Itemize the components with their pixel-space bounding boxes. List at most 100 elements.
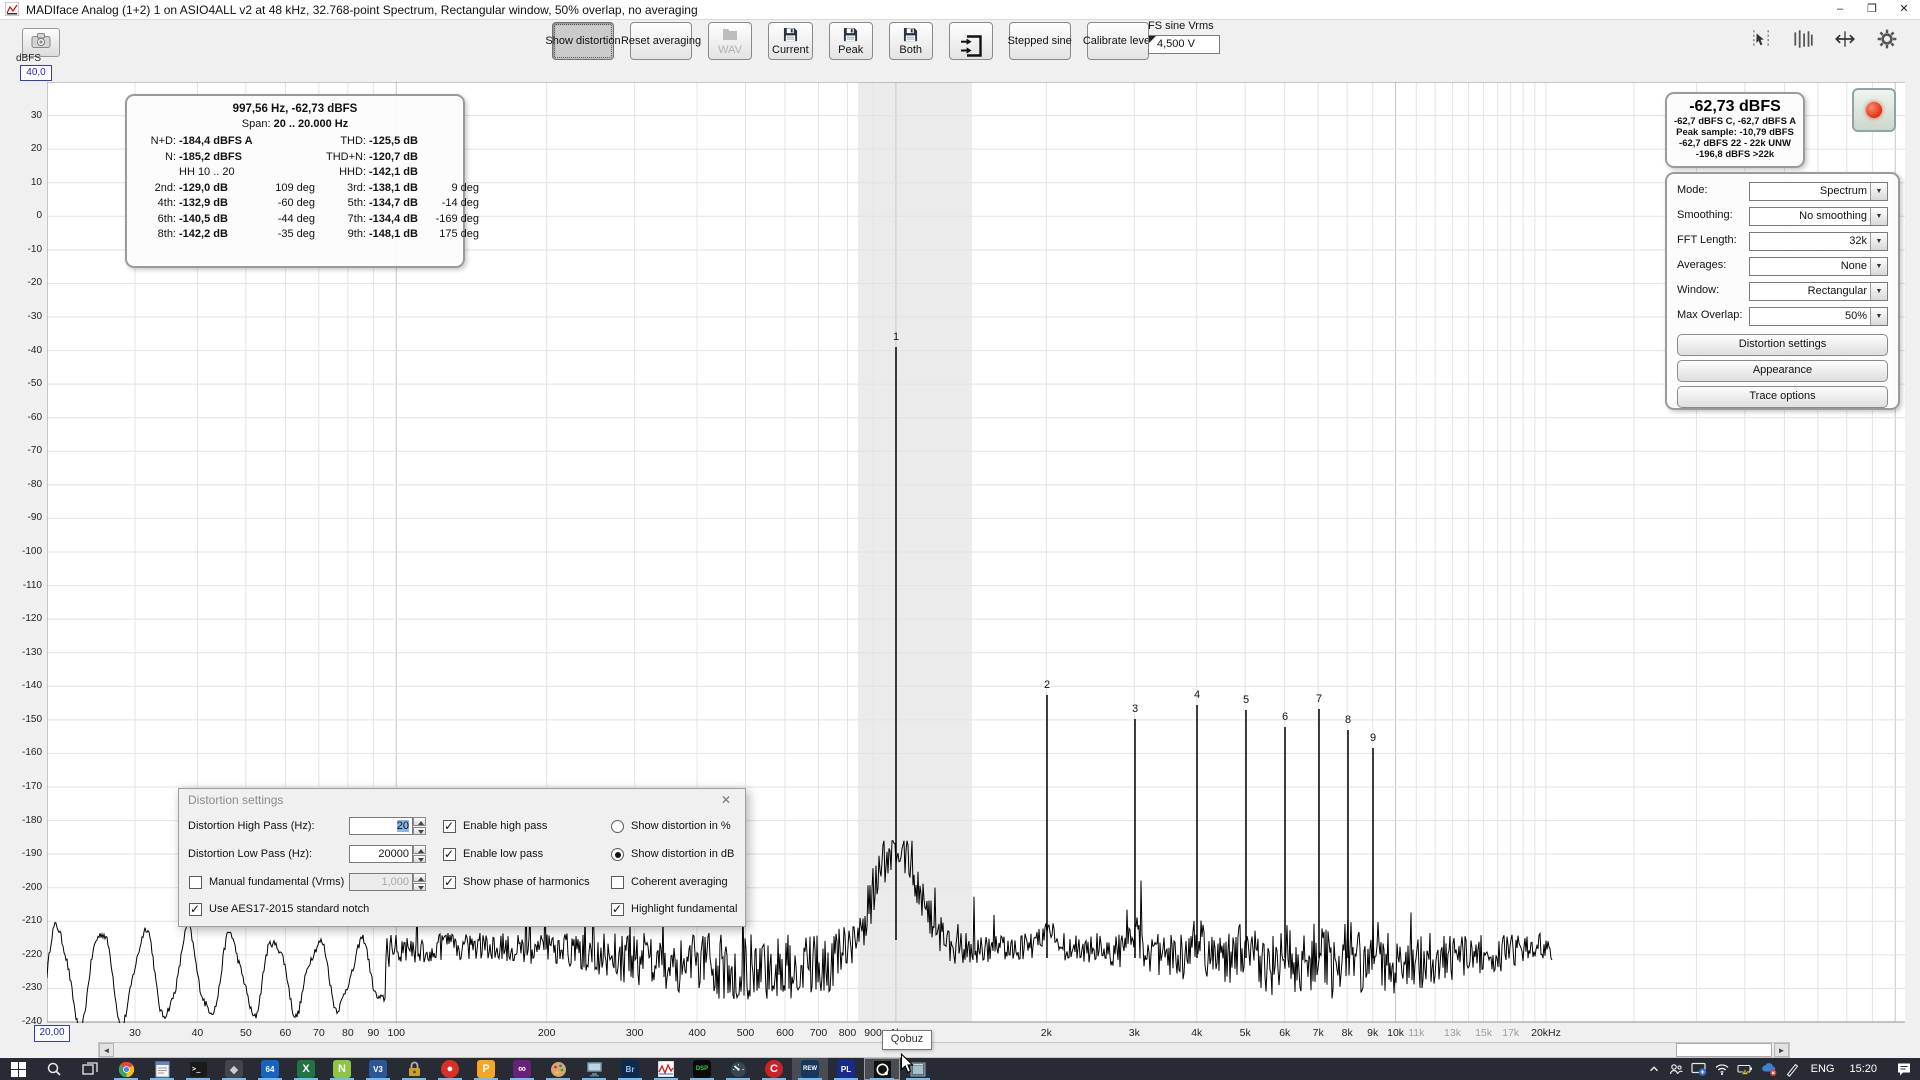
fs-sine-input[interactable]: 4,500 V [1148, 35, 1220, 54]
measurement-cell: -60 deg [269, 196, 321, 212]
low-pass-spinner[interactable] [413, 845, 426, 863]
high-pass-label: Distortion High Pass (Hz): [188, 820, 315, 832]
settings-combobox[interactable]: 32k▼ [1749, 232, 1888, 251]
taskbar-icon-excel[interactable]: X [288, 1058, 324, 1080]
taskbar-icon-visual-studio[interactable]: ∞ [504, 1058, 540, 1080]
scroll-left-icon[interactable]: ◄ [99, 1043, 114, 1057]
chevron-down-icon[interactable]: ▼ [1870, 283, 1887, 300]
measurement-cell: THD+N: [321, 150, 369, 166]
toolbar-button-stepped-sine[interactable]: Stepped sine [1009, 22, 1071, 60]
aes-notch-label: Use AES17-2015 standard notch [209, 903, 369, 915]
cursor-readout-icon[interactable] [1746, 26, 1776, 52]
settings-combobox-value: 32k [1849, 235, 1867, 247]
toolbar-button-reset-averaging[interactable]: Reset averaging [630, 22, 692, 60]
tray-clock[interactable]: 15:20 [1845, 1063, 1881, 1075]
measurement-cell: -148,1 dB [369, 227, 429, 243]
chevron-down-icon[interactable]: ▼ [1870, 308, 1887, 325]
taskbar-icon-notepad[interactable] [144, 1058, 180, 1080]
tray-chevron-icon[interactable] [1647, 1062, 1661, 1076]
show-distortion-db-radio[interactable] [611, 848, 624, 861]
vertical-bars-icon[interactable] [1788, 26, 1818, 52]
taskbar-icon-command-prompt[interactable]: >_ [180, 1058, 216, 1080]
taskbar-icon-system-tool[interactable] [576, 1058, 612, 1080]
taskbar-icon-app-red[interactable]: ● [432, 1058, 468, 1080]
measurement-cell: 4th: [135, 196, 179, 212]
toolbar-button-show-distortion[interactable]: Show distortion [552, 22, 614, 60]
horizontal-scrollbar[interactable]: ◄ ► [98, 1042, 1790, 1058]
scrollbar-thumb[interactable] [1676, 1043, 1772, 1057]
settings-button-distortion-settings[interactable]: Distortion settings [1677, 334, 1888, 356]
settings-combobox[interactable]: None▼ [1749, 257, 1888, 276]
settings-combobox[interactable]: No smoothing▼ [1749, 207, 1888, 226]
dialog-close-icon[interactable]: ✕ [713, 791, 739, 809]
scroll-right-icon[interactable]: ► [1774, 1043, 1789, 1057]
record-button[interactable] [1852, 88, 1896, 132]
high-pass-input[interactable]: 20 [349, 817, 413, 835]
tray-language[interactable]: ENG [1807, 1063, 1839, 1075]
taskbar-icon-pl-app[interactable]: PL [828, 1058, 864, 1080]
x-axis-left-edit[interactable]: 20,00 [34, 1025, 70, 1042]
toolbar-button-save-current[interactable]: Current [768, 22, 813, 60]
toolbar-button-label: Calibrate level [1083, 35, 1153, 47]
toolbar-button-calibrate-level[interactable]: Calibrate level [1087, 22, 1149, 60]
chevron-down-icon[interactable]: ▼ [1870, 258, 1887, 275]
taskbar-icon-save-64[interactable]: 64 [252, 1058, 288, 1080]
taskbar-icon-word-v3[interactable]: V3 [360, 1058, 396, 1080]
taskbar-icon-codec-c[interactable]: C [756, 1058, 792, 1080]
tray-battery-icon[interactable] [1737, 1061, 1754, 1077]
toolbar-button-wav[interactable]: WAV [708, 22, 752, 60]
pan-arrows-icon[interactable] [1830, 26, 1860, 52]
gear-icon[interactable] [1872, 26, 1902, 52]
taskbar-icon-lock-app[interactable] [396, 1058, 432, 1080]
tray-wifi-icon[interactable] [1714, 1061, 1730, 1077]
taskbar-icon-task-view[interactable] [72, 1058, 108, 1080]
taskbar-icon-dsp-tool[interactable]: DSP [684, 1058, 720, 1080]
toolbar-button-save-peak[interactable]: Peak [829, 22, 873, 60]
taskbar-icon-chrome[interactable] [108, 1058, 144, 1080]
enable-low-pass-checkbox[interactable] [443, 848, 456, 861]
taskbar-icon-search[interactable] [36, 1058, 72, 1080]
chevron-down-icon[interactable]: ▼ [1870, 233, 1887, 250]
toolbar-button-save-both[interactable]: Both [889, 22, 933, 60]
manual-fundamental-checkbox[interactable] [189, 876, 202, 889]
settings-combobox[interactable]: Rectangular▼ [1749, 282, 1888, 301]
low-pass-input[interactable]: 20000 [349, 845, 413, 863]
settings-combobox[interactable]: 50%▼ [1749, 307, 1888, 326]
tray-pen-icon[interactable] [1785, 1062, 1800, 1077]
x-tick-label: 50 [224, 1027, 268, 1039]
taskbar-icon-qobuz[interactable] [864, 1058, 900, 1080]
taskbar-icon-wave-analyzer[interactable] [648, 1058, 684, 1080]
close-button[interactable]: ✕ [1888, 0, 1920, 19]
y-axis-top-edit[interactable]: 40,0 [20, 65, 52, 81]
tray-screenshare-icon[interactable] [1691, 1061, 1707, 1077]
high-pass-spinner[interactable] [413, 817, 426, 835]
taskbar-icon-gauge-app[interactable] [720, 1058, 756, 1080]
peak-label-1: 1 [886, 331, 906, 343]
notification-center-icon[interactable] [1896, 1061, 1912, 1077]
measurement-cell [429, 165, 485, 181]
settings-button-trace-options[interactable]: Trace options [1677, 386, 1888, 408]
taskbar-icon-rew[interactable]: REW [792, 1058, 828, 1080]
taskbar-icon-app-orange[interactable]: P [468, 1058, 504, 1080]
taskbar-icon-notepad-plus[interactable]: N [324, 1058, 360, 1080]
enable-high-pass-checkbox[interactable] [443, 820, 456, 833]
coherent-averaging-checkbox[interactable] [611, 876, 624, 889]
taskbar-icon-paint-palette[interactable] [540, 1058, 576, 1080]
toolbar-button-loopback[interactable] [949, 22, 993, 60]
settings-combobox-value: None [1841, 260, 1867, 272]
show-distortion-pct-radio[interactable] [611, 820, 624, 833]
minimize-button[interactable]: – [1824, 0, 1856, 19]
taskbar-icon-bridge[interactable]: Br [612, 1058, 648, 1080]
chevron-down-icon[interactable]: ▼ [1870, 183, 1887, 200]
settings-button-appearance[interactable]: Appearance [1677, 360, 1888, 382]
tray-teams-icon[interactable] [1668, 1061, 1684, 1077]
settings-combobox[interactable]: Spectrum▼ [1749, 182, 1888, 201]
aes-notch-checkbox[interactable] [189, 903, 202, 916]
tray-cloud-icon[interactable] [1761, 1061, 1778, 1077]
highlight-fundamental-checkbox[interactable] [611, 903, 624, 916]
chevron-down-icon[interactable]: ▼ [1870, 208, 1887, 225]
show-phase-checkbox[interactable] [443, 876, 456, 889]
restore-button[interactable]: ❐ [1856, 0, 1888, 19]
taskbar-icon-start[interactable] [0, 1058, 36, 1080]
taskbar-icon-app-dark[interactable]: ◆ [216, 1058, 252, 1080]
